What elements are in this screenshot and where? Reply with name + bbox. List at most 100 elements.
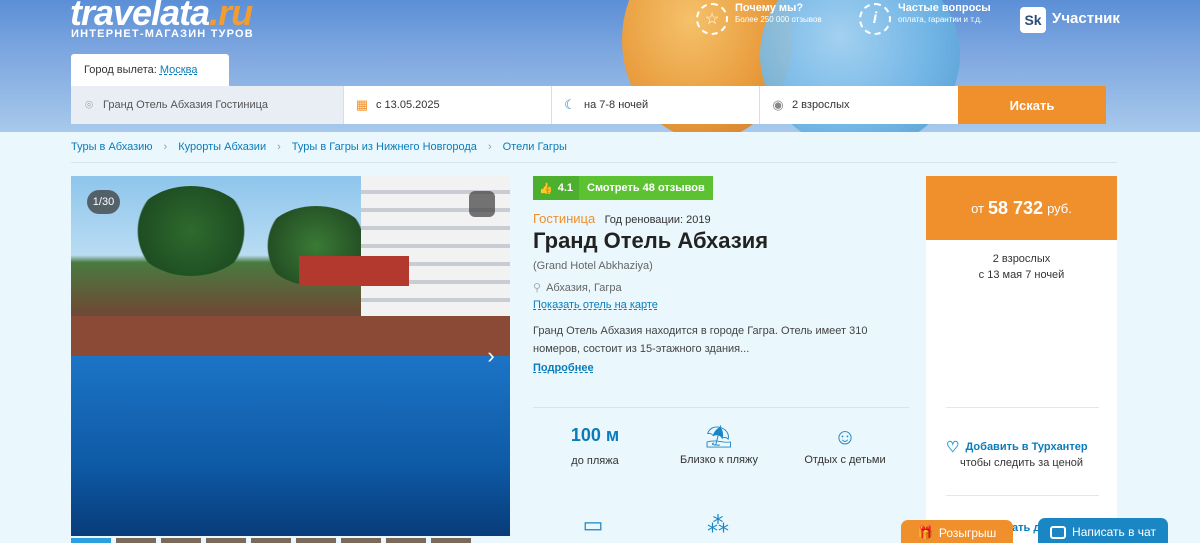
member-badge-icon: Sk [1020,7,1046,33]
why-us-link[interactable]: ☆ Почему мы? Более 250 000 отзывов [696,2,822,35]
tourhunter-link[interactable]: ♡ Добавить в Турхантер [946,438,1088,456]
guests-value: 2 взрослых [792,99,850,111]
thumbnail[interactable] [386,538,426,543]
breadcrumb-item[interactable]: Туры в Абхазию [71,141,153,153]
divider [71,162,1117,163]
chevron-right-icon[interactable]: › [482,343,500,369]
price-button[interactable]: от 58 732 руб. [926,176,1117,240]
price-currency: руб. [1047,200,1072,216]
divider [946,495,1099,496]
info-icon: i [859,3,891,35]
person-icon: ◉ [772,97,784,112]
date-field[interactable]: ▦ с 13.05.2025 [344,86,552,124]
location-pin-icon: ⌾ [85,97,93,112]
palm-tree-shape [131,186,251,276]
nights-field[interactable]: ☾ на 7-8 ночей [552,86,760,124]
chevron-right-icon: › [487,141,492,153]
departure-city-link[interactable]: Москва [160,64,198,76]
rating-score: 👍 4.1 [533,176,579,200]
chat-button[interactable]: Написать в чат [1038,518,1168,543]
air-conditioner-icon: ▭ [582,512,604,537]
thumbnail[interactable] [71,538,111,543]
calendar-icon: ▦ [355,97,369,112]
price-dates: с 13 мая 7 ночей [978,269,1065,281]
gift-icon: 🎁 [917,525,934,540]
tourhunter-note: чтобы следить за ценой [959,457,1084,469]
baby-icon: ☺ [833,424,857,449]
departure-city-tab: Город вылета: Москва [71,54,229,86]
thumbnail[interactable] [116,538,156,543]
feature-kids: ☺ Отдых с детьми [795,424,895,466]
moon-icon: ☾ [564,97,576,112]
hotel-type-line: Гостиница Год реновации: 2019 [533,211,711,226]
reviews-link[interactable]: Смотреть 48 отзывов [579,176,713,200]
divider [946,407,1099,408]
faq-link[interactable]: i Частые вопросы оплата, гарантии и т.д. [859,2,991,35]
feature-beach-distance: 100 м до пляжа [555,425,635,467]
chat-label: Написать в чат [1072,525,1156,539]
date-value: с 13.05.2025 [376,99,440,111]
heart-icon: ♡ [946,439,960,456]
destination-value: Гранд Отель Абхазия Гостиница [103,99,269,111]
divider [533,407,909,408]
price-guests: 2 взрослых [992,253,1051,265]
thumbnail[interactable] [161,538,201,543]
thumbs-up-icon: 👍 [539,182,553,195]
canopy-shape [299,256,409,286]
departure-label: Город вылета: [84,64,157,76]
thumbnail[interactable] [341,538,381,543]
favorite-button[interactable] [469,191,495,217]
location-pin-icon: ⚲ [533,282,542,294]
breadcrumb-item[interactable]: Отели Гагры [503,141,567,153]
destination-field[interactable]: ⌾ Гранд Отель Абхазия Гостиница [71,86,344,124]
breadcrumb: Туры в Абхазию › Курорты Абхазии › Туры в … [71,141,567,153]
faq-subtitle: оплата, гарантии и т.д. [898,14,983,24]
search-bar: ⌾ Гранд Отель Абхазия Гостиница ▦ с 13.0… [71,86,1117,124]
feature-ac: ▭ [578,512,608,538]
price-amount: 58 732 [988,197,1044,218]
why-us-title: Почему мы? [735,2,804,14]
thumbnail[interactable] [296,538,336,543]
thumbnail-strip [71,538,476,543]
kids-label: Отдых с детьми [804,454,886,466]
hotel-photo[interactable] [71,176,510,536]
photo-counter: 1/30 [87,190,120,214]
rating-value: 4.1 [557,182,573,194]
search-button[interactable]: Искать [958,86,1106,124]
dots-pattern-icon: ⁂ [707,512,729,537]
breadcrumb-item[interactable]: Туры в Гагры из Нижнего Новгорода [292,141,477,153]
price-prefix: от [971,200,985,216]
faq-title: Частые вопросы [898,2,991,14]
draw-button[interactable]: 🎁 Розыгрыш [901,520,1013,543]
draw-label: Розыгрыш [938,526,997,540]
chevron-right-icon: › [163,141,168,153]
show-on-map-link[interactable]: Показать отель на карте [533,299,658,311]
chat-bubble-icon [1050,525,1067,539]
hotel-title: Гранд Отель Абхазия [533,228,769,253]
guests-field[interactable]: ◉ 2 взрослых [760,86,958,124]
member-label: Участник [1052,10,1120,27]
nights-value: на 7-8 ночей [584,99,649,111]
renovation-year: Год реновации: 2019 [604,214,711,226]
rating-badge[interactable]: 👍 4.1 Смотреть 48 отзывов [533,176,713,200]
thumbnail[interactable] [206,538,246,543]
feature-near-beach: ⛱ Близко к пляжу [669,424,769,466]
beach-distance-value: 100 м [570,425,620,445]
member-login[interactable]: Sk Участник [1020,7,1120,33]
hotel-location: ⚲ Абхазия, Гагра [533,281,622,295]
hotel-description: Гранд Отель Абхазия находится в городе Г… [533,325,868,355]
near-beach-label: Близко к пляжу [680,454,758,466]
star-icon: ☆ [696,3,728,35]
tourhunter-label: Добавить в Турхантер [965,441,1088,453]
logo-tagline: ИНТЕРНЕТ-МАГАЗИН ТУРОВ [71,28,254,40]
breadcrumb-item[interactable]: Курорты Абхазии [178,141,266,153]
thumbnail[interactable] [251,538,291,543]
price-details: 2 взрослых с 13 мая 7 ночей [926,251,1117,283]
pool-shape [71,356,510,536]
why-us-subtitle: Более 250 000 отзывов [735,14,822,24]
more-link[interactable]: Подробнее [533,362,594,374]
beach-icon: ⛱ [705,424,733,449]
feature-wifi: ⁂ [703,512,733,538]
beach-distance-label: до пляжа [571,455,619,467]
thumbnail[interactable] [431,538,471,543]
